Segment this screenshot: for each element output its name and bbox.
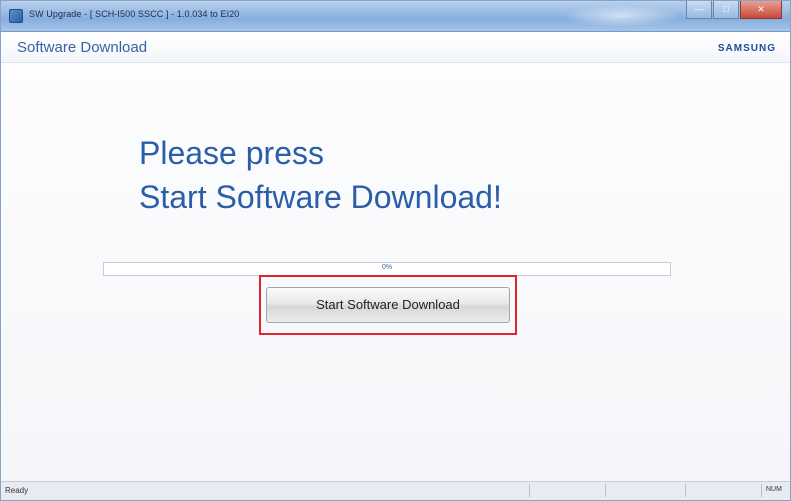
maximize-icon: □ (723, 4, 729, 14)
download-progress-bar: 0% (103, 262, 671, 276)
title-bar-glow (561, 5, 681, 27)
main-content: Please press Start Software Download! 0%… (1, 63, 790, 482)
status-pane (529, 484, 605, 497)
status-bar: Ready NUM (1, 481, 790, 500)
status-pane (685, 484, 761, 497)
samsung-logo: SAMSUNG (717, 43, 776, 54)
num-lock-label: NUM (766, 486, 782, 493)
maximize-button[interactable]: □ (713, 1, 739, 19)
close-button[interactable]: ✕ (740, 1, 782, 19)
window-title: SW Upgrade - [ SCH-I500 SSCC ] - 1.0.034… (29, 9, 240, 19)
status-pane (605, 484, 685, 497)
status-text: Ready (5, 486, 29, 495)
start-software-download-button[interactable]: Start Software Download (266, 287, 510, 323)
window-controls: — □ ✕ (685, 1, 782, 21)
minimize-icon: — (694, 4, 704, 14)
page-header: Software Download SAMSUNG (1, 32, 790, 63)
progress-percent: 0% (381, 264, 393, 271)
title-bar[interactable]: SW Upgrade - [ SCH-I500 SSCC ] - 1.0.034… (1, 1, 790, 32)
close-icon: ✕ (757, 4, 765, 14)
minimize-button[interactable]: — (686, 1, 712, 19)
page-title: Software Download (17, 39, 148, 56)
num-lock-indicator: NUM (761, 484, 790, 497)
instruction-line-1: Please press (139, 135, 324, 171)
app-window: SW Upgrade - [ SCH-I500 SSCC ] - 1.0.034… (0, 0, 791, 501)
app-icon[interactable] (9, 9, 23, 23)
instruction-line-2: Start Software Download! (139, 179, 502, 215)
